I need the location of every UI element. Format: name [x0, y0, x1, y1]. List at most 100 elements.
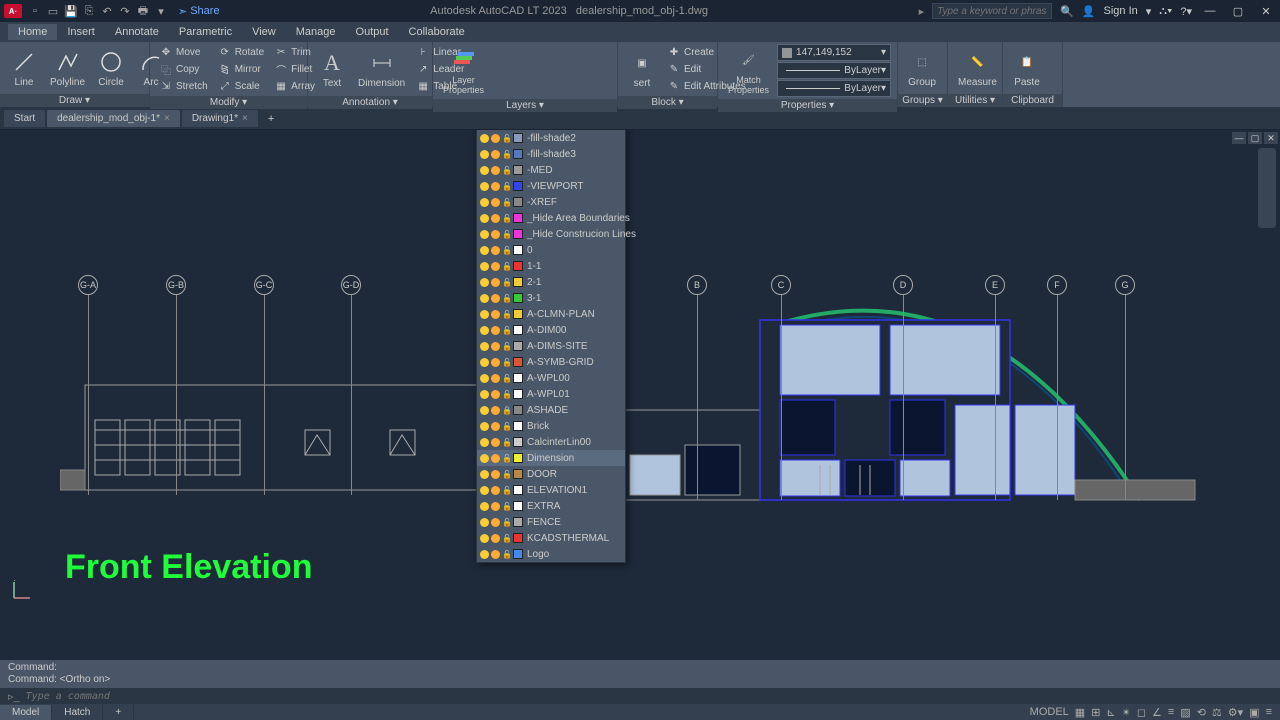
layer-row[interactable]: 🔒ASHADE	[477, 402, 625, 418]
layer-row[interactable]: 🔓ELEVATION1	[477, 482, 625, 498]
layer-row[interactable]: 🔓Dimension	[477, 450, 625, 466]
layer-row[interactable]: 🔓A-DIMS-SITE	[477, 338, 625, 354]
osnap-toggle-icon[interactable]: ◻	[1137, 706, 1146, 719]
layer-row[interactable]: 🔓EXTRA	[477, 498, 625, 514]
panel-layers-title[interactable]: Layers ▾	[433, 99, 617, 112]
otrack-toggle-icon[interactable]: ∠	[1152, 706, 1162, 719]
search-input[interactable]	[932, 3, 1052, 19]
tab-view[interactable]: View	[242, 24, 286, 40]
layer-row[interactable]: 🔓A-DIM00	[477, 322, 625, 338]
polyline-button[interactable]: Polyline	[46, 46, 89, 90]
layer-properties-button[interactable]: Layer Properties	[439, 44, 488, 97]
panel-block-title[interactable]: Block ▾	[618, 96, 717, 109]
add-layout-button[interactable]: +	[103, 705, 134, 720]
layer-row[interactable]: 🔓A-WPL01	[477, 386, 625, 402]
navigation-bar[interactable]	[1258, 148, 1276, 228]
command-input[interactable]	[26, 691, 1272, 702]
autodesk-icon[interactable]: ⛬▾	[1159, 5, 1172, 18]
layer-row[interactable]: 🔓Logo	[477, 546, 625, 562]
undo-icon[interactable]: ↶	[100, 4, 114, 18]
ortho-toggle-icon[interactable]: ⊾	[1106, 706, 1115, 719]
dimension-button[interactable]: Dimension	[354, 47, 409, 91]
lineweight-dropdown[interactable]: ByLayer▾	[777, 80, 891, 97]
layer-row[interactable]: 🔓-VIEWPORT	[477, 178, 625, 194]
panel-draw-title[interactable]: Draw ▾	[0, 94, 149, 107]
tab-output[interactable]: Output	[346, 24, 399, 40]
lineweight-toggle-icon[interactable]: ≡	[1168, 706, 1174, 718]
linetype-dropdown[interactable]: ByLayer▾	[777, 62, 891, 79]
measure-button[interactable]: 📏Measure	[954, 46, 1001, 90]
layer-row[interactable]: 🔓-fill-shade2	[477, 130, 625, 146]
file-tab-dealership[interactable]: dealership_mod_obj-1*×	[47, 110, 180, 127]
color-dropdown[interactable]: 147,149,152▾	[777, 44, 891, 61]
tab-annotate[interactable]: Annotate	[105, 24, 169, 40]
minimize-button[interactable]: —	[1200, 4, 1220, 18]
panel-annotation-title[interactable]: Annotation ▾	[308, 96, 432, 109]
saveas-icon[interactable]: ⎘	[82, 4, 96, 18]
line-button[interactable]: Line	[6, 46, 42, 90]
snap-toggle-icon[interactable]: ⊞	[1091, 706, 1100, 719]
layer-row[interactable]: 🔓KCADSTHERMAL	[477, 530, 625, 546]
layer-row[interactable]: 🔓_Hide Area Boundaries	[477, 210, 625, 226]
annoscale-icon[interactable]: ⚖	[1212, 706, 1222, 719]
panel-groups-title[interactable]: Groups ▾	[898, 94, 947, 107]
scale-button[interactable]: ⤢Scale	[215, 78, 267, 94]
copy-button[interactable]: ⿻Copy	[156, 61, 211, 77]
maximize-button[interactable]: ▢	[1228, 4, 1248, 18]
new-icon[interactable]: ▫	[28, 4, 42, 18]
tab-home[interactable]: Home	[8, 24, 57, 40]
share-button[interactable]: ➣ Share	[178, 5, 220, 18]
open-icon[interactable]: ▭	[46, 4, 60, 18]
cycling-toggle-icon[interactable]: ⟲	[1197, 706, 1206, 719]
rotate-button[interactable]: ⟳Rotate	[215, 44, 267, 60]
match-properties-button[interactable]: 🖌Match Properties	[724, 44, 773, 97]
group-button[interactable]: ⬚Group	[904, 46, 940, 90]
vp-maximize-icon[interactable]: ▢	[1248, 132, 1262, 144]
circle-button[interactable]: Circle	[93, 46, 129, 90]
layer-row[interactable]: 🔓A-CLMN-PLAN	[477, 306, 625, 322]
transparency-toggle-icon[interactable]: ▨	[1180, 706, 1190, 719]
drawing-canvas[interactable]: — ▢ ✕	[0, 130, 1280, 660]
panel-modify-title[interactable]: Modify ▾	[150, 96, 307, 109]
tab-collaborate[interactable]: Collaborate	[399, 24, 475, 40]
customize-icon[interactable]: ≡	[1266, 706, 1272, 718]
tab-manage[interactable]: Manage	[286, 24, 346, 40]
layer-row[interactable]: 🔓FENCE	[477, 514, 625, 530]
model-tab[interactable]: Model	[0, 705, 52, 720]
layer-row[interactable]: 🔓-MED	[477, 162, 625, 178]
layer-row[interactable]: 🔓3-1	[477, 290, 625, 306]
polar-toggle-icon[interactable]: ✴	[1122, 706, 1131, 719]
stretch-button[interactable]: ⇲Stretch	[156, 78, 211, 94]
signin-link[interactable]: Sign In	[1104, 5, 1138, 17]
paste-button[interactable]: 📋Paste	[1009, 46, 1045, 90]
layer-dropdown-list[interactable]: 🔓Text🔓-BRDR🔓-fill-shade🔓-fill-shade-4🔓-f…	[476, 130, 626, 563]
text-button[interactable]: AText	[314, 47, 350, 91]
layer-row[interactable]: 🔓CalcinterLin00	[477, 434, 625, 450]
layer-row[interactable]: 🔓0	[477, 242, 625, 258]
insert-block-button[interactable]: ▣sert	[624, 47, 660, 91]
tab-parametric[interactable]: Parametric	[169, 24, 242, 40]
file-tab-start[interactable]: Start	[4, 110, 45, 127]
layer-row[interactable]: 🔓A-WPL00	[477, 370, 625, 386]
close-icon[interactable]: ×	[242, 113, 248, 124]
layer-row[interactable]: 🔓DOOR	[477, 466, 625, 482]
tab-insert[interactable]: Insert	[57, 24, 105, 40]
file-tab-drawing1[interactable]: Drawing1*×	[182, 110, 258, 127]
panel-utilities-title[interactable]: Utilities ▾	[948, 94, 1002, 107]
vp-close-icon[interactable]: ✕	[1264, 132, 1278, 144]
app-icon[interactable]: A·	[4, 4, 22, 18]
layer-row[interactable]: 🔓_Hide Construcion Lines	[477, 226, 625, 242]
layer-row[interactable]: 🔓-XREF	[477, 194, 625, 210]
dropdown-icon[interactable]: ▾	[154, 4, 168, 18]
clean-screen-icon[interactable]: ▣	[1249, 706, 1259, 719]
layer-row[interactable]: 🔓-fill-shade3	[477, 146, 625, 162]
panel-properties-title[interactable]: Properties ▾	[718, 99, 897, 112]
close-icon[interactable]: ×	[164, 113, 170, 124]
new-tab-button[interactable]: +	[260, 110, 282, 128]
mirror-button[interactable]: ⧎Mirror	[215, 61, 267, 77]
status-model[interactable]: MODEL	[1030, 706, 1069, 718]
user-icon[interactable]: 👤	[1082, 5, 1096, 18]
layer-row[interactable]: 🔓Brick	[477, 418, 625, 434]
help-icon[interactable]: ?▾	[1180, 5, 1192, 18]
app-switcher-icon[interactable]: ▾	[1146, 5, 1152, 18]
